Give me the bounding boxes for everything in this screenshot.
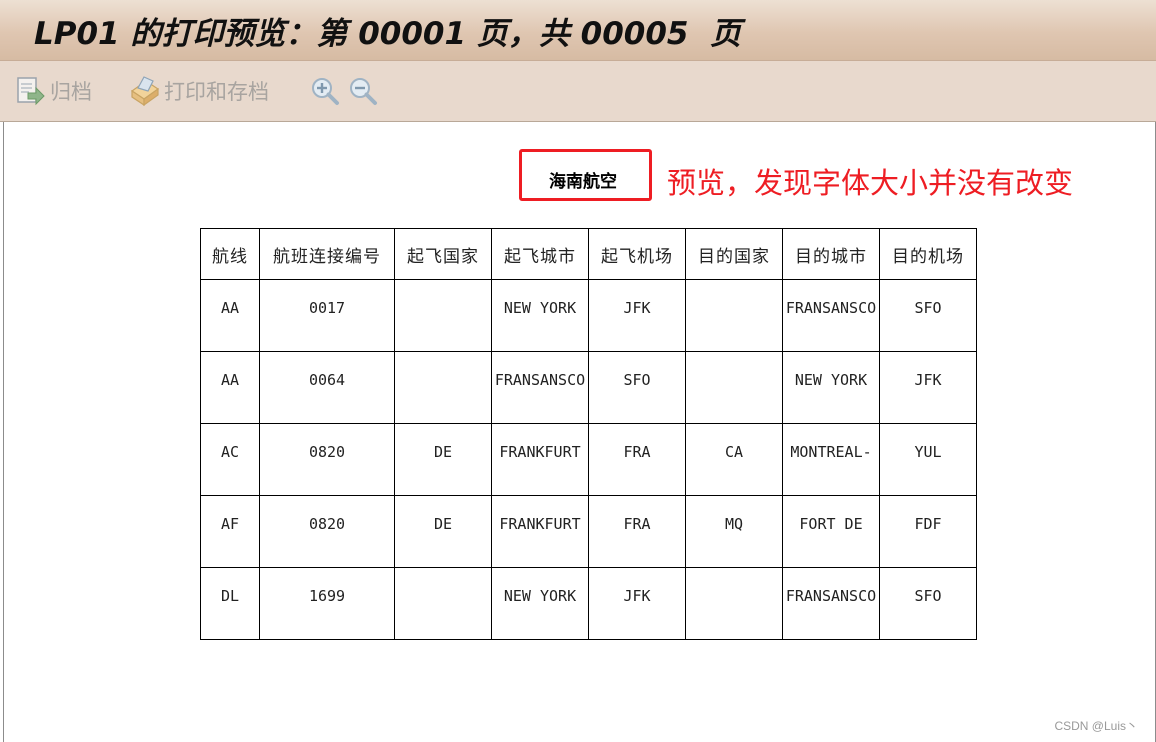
watermark: CSDN @Luis丶 xyxy=(1054,719,1138,733)
title-bar: LP01 的打印预览：第 00001 页，共 00005 页 xyxy=(0,0,1156,61)
cell-arr-airport: FDF xyxy=(914,515,942,533)
zoom-in-icon xyxy=(310,76,340,106)
annotation-text: 预览，发现字体大小并没有改变 xyxy=(667,166,1074,200)
cell-arr-airport: SFO xyxy=(914,587,942,605)
window-title: LP01 的打印预览：第 00001 页，共 00005 页 xyxy=(34,16,742,52)
cell-dep-city: FRANSANSCO xyxy=(494,371,586,389)
cell-route: AC xyxy=(220,443,240,461)
cell-arr-city: FORT DE xyxy=(799,515,863,533)
cell-dep-city: FRANKFURT xyxy=(499,443,581,461)
table-row: AF 0820 DE FRANKFURT FRA MQ FORT DE FDF xyxy=(200,495,977,568)
cell-dep-country: DE xyxy=(433,443,453,461)
table-header-cell: 航线 xyxy=(200,228,260,280)
table-header-row: 航线 航班连接编号 起飞国家 起飞城市 起飞机场 目的国家 目的城市 目的机场 xyxy=(200,228,977,280)
table-header-cell: 目的机场 xyxy=(879,228,977,280)
cell-route: AA xyxy=(220,299,240,317)
archive-label: 归档 xyxy=(50,80,92,104)
cell-flight-no: 0017 xyxy=(308,299,346,317)
zoom-out-button[interactable] xyxy=(348,75,378,107)
flight-table: 航线 航班连接编号 起飞国家 起飞城市 起飞机场 目的国家 目的城市 目的机场 … xyxy=(200,228,977,640)
zoom-out-icon xyxy=(348,76,378,106)
cell-flight-no: 1699 xyxy=(308,587,346,605)
archive-button[interactable]: 归档 xyxy=(15,75,92,107)
table-header-cell: 起飞国家 xyxy=(394,228,492,280)
cell-arr-city: NEW YORK xyxy=(794,371,868,389)
cell-dep-airport: SFO xyxy=(623,371,651,389)
cell-arr-airport: JFK xyxy=(914,371,942,389)
cell-arr-country: CA xyxy=(724,443,744,461)
cell-arr-country: MQ xyxy=(724,515,744,533)
cell-dep-airport: JFK xyxy=(623,299,651,317)
cell-route: AA xyxy=(220,371,240,389)
cell-flight-no: 0820 xyxy=(308,443,346,461)
print-archive-label: 打印和存档 xyxy=(164,80,269,104)
table-header-cell: 目的城市 xyxy=(782,228,880,280)
cell-arr-city: FRANSANSCO xyxy=(785,299,877,317)
cell-arr-city: MONTREAL- xyxy=(790,443,872,461)
cell-dep-airport: FRA xyxy=(623,515,651,533)
cell-dep-city: NEW YORK xyxy=(503,587,577,605)
table-row: AA 0064 FRANSANSCO SFO NEW YORK JFK xyxy=(200,351,977,424)
table-header-cell: 起飞城市 xyxy=(491,228,589,280)
cell-dep-airport: JFK xyxy=(623,587,651,605)
cell-flight-no: 0064 xyxy=(308,371,346,389)
cell-flight-no: 0820 xyxy=(308,515,346,533)
cell-route: DL xyxy=(220,587,240,605)
cell-arr-airport: SFO xyxy=(914,299,942,317)
table-header-cell: 起飞机场 xyxy=(588,228,686,280)
table-header-cell: 航班连接编号 xyxy=(259,228,395,280)
table-row: AC 0820 DE FRANKFURT FRA CA MONTREAL- YU… xyxy=(200,423,977,496)
table-row: AA 0017 NEW YORK JFK FRANSANSCO SFO xyxy=(200,279,977,352)
cell-dep-city: NEW YORK xyxy=(503,299,577,317)
cell-arr-airport: YUL xyxy=(914,443,942,461)
cell-dep-city: FRANKFURT xyxy=(499,515,581,533)
cell-dep-country: DE xyxy=(433,515,453,533)
cell-dep-airport: FRA xyxy=(623,443,651,461)
zoom-in-button[interactable] xyxy=(310,75,340,107)
cell-route: AF xyxy=(220,515,240,533)
toolbar: 归档 打印和存档 xyxy=(0,61,1156,122)
table-row: DL 1699 NEW YORK JFK FRANSANSCO SFO xyxy=(200,567,977,640)
annotation-highlight-box xyxy=(519,149,652,201)
archive-icon xyxy=(15,75,47,107)
cell-arr-city: FRANSANSCO xyxy=(785,587,877,605)
table-header-cell: 目的国家 xyxy=(685,228,783,280)
print-icon xyxy=(127,75,161,107)
print-archive-button[interactable]: 打印和存档 xyxy=(127,75,269,107)
